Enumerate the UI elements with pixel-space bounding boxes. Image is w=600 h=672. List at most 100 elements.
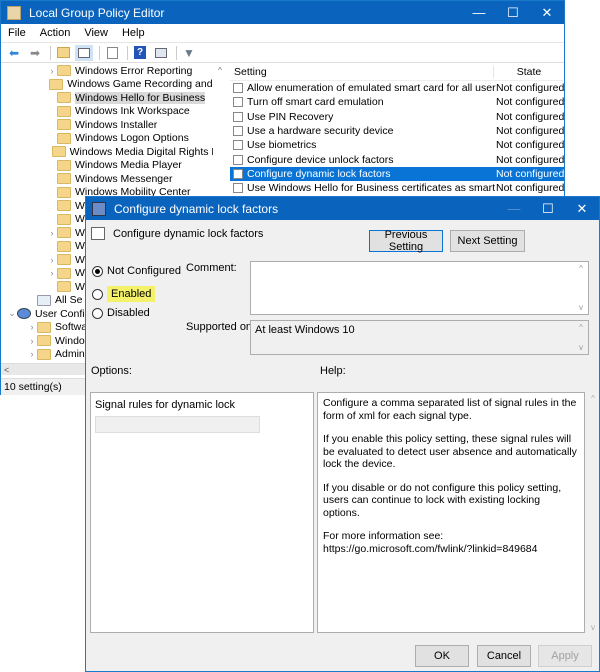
menu-view[interactable]: View <box>77 27 115 39</box>
tree-item[interactable]: Windows Game Recording and Br <box>1 78 226 92</box>
setting-cell: Configure dynamic lock factors <box>230 168 496 180</box>
up-folder-icon[interactable] <box>54 45 72 61</box>
setting-row[interactable]: Configure device unlock factors Not confi… <box>230 152 564 166</box>
radio-circle[interactable] <box>92 307 103 319</box>
folder-icon <box>57 65 71 77</box>
folder-icon <box>57 186 71 198</box>
folder-icon <box>37 335 51 347</box>
help-paragraph: Configure a comma separated list of sign… <box>323 397 577 422</box>
folder-icon <box>57 254 71 266</box>
tree-item[interactable]: Windows Media Digital Rights Ma <box>1 145 226 159</box>
setting-row[interactable]: Use PIN Recovery Not configured <box>230 110 564 124</box>
help-paragraph: If you disable or do not configure this … <box>323 481 562 519</box>
signal-rules-input[interactable] <box>95 416 260 433</box>
dialog-maximize-button[interactable]: ☐ <box>531 201 565 217</box>
options-label: Options: <box>91 365 132 377</box>
back-arrow-icon[interactable]: ⬅ <box>5 45 23 61</box>
tree-item-label: W <box>75 253 85 266</box>
previous-setting-button[interactable]: Previous Setting <box>369 229 443 253</box>
tree-item-label: W <box>75 240 85 253</box>
chevron-right-icon[interactable]: › <box>47 255 57 265</box>
folder-icon <box>57 105 71 117</box>
forward-arrow-icon[interactable]: ➡ <box>26 45 44 61</box>
tree-item-label: W <box>75 226 85 239</box>
help-icon[interactable]: ? <box>131 45 149 61</box>
supported-on-label: Supported on: <box>186 321 256 333</box>
radio-enabled[interactable]: Enabled <box>92 286 156 302</box>
setting-row[interactable]: Allow enumeration of emulated smart card… <box>230 81 564 95</box>
folder-icon <box>57 159 71 171</box>
supported-on-field: At least Windows 10 ^ v <box>250 320 589 355</box>
setting-cell: Allow enumeration of emulated smart card… <box>230 82 496 94</box>
dialog-title: Configure dynamic lock factors <box>114 201 279 216</box>
folder-icon <box>57 173 71 185</box>
radio-disabled[interactable]: Disabled <box>92 307 150 319</box>
menu-action[interactable]: Action <box>33 27 78 39</box>
filter-icon[interactable]: ▼ <box>180 45 198 61</box>
show-hide-tree-icon[interactable] <box>75 44 93 61</box>
tree-item[interactable]: Windows Messenger <box>1 172 226 186</box>
tree-item[interactable]: Windows Hello for Business <box>1 91 226 105</box>
setting-row[interactable]: Use biometrics Not configured <box>230 138 564 152</box>
tree-item[interactable]: Windows Media Player <box>1 159 226 173</box>
chevron-right-icon[interactable]: › <box>47 66 57 76</box>
menu-help[interactable]: Help <box>115 27 152 39</box>
setting-state: Not configured <box>496 167 565 180</box>
chevron-right-icon[interactable]: › <box>47 228 57 238</box>
column-header-state[interactable]: State <box>494 66 564 78</box>
tree-item-label: W <box>75 199 85 212</box>
tree-item[interactable]: › Windows Error Reporting <box>1 64 226 78</box>
apply-button[interactable]: Apply <box>538 645 592 667</box>
folder-icon <box>37 348 51 360</box>
tree-item-label: Windows Ink Workspace <box>75 105 190 118</box>
toolbar: ⬅ ➡ ? ▼ <box>1 43 564 63</box>
setting-row[interactable]: Use Windows Hello for Business certifica… <box>230 181 564 195</box>
setting-row[interactable]: Configure dynamic lock factors Not config… <box>230 166 565 182</box>
radio-circle-checked[interactable] <box>92 265 103 277</box>
dialog-subtitle: Configure dynamic lock factors <box>113 227 264 240</box>
dialog-close-button[interactable]: ✕ <box>565 201 599 217</box>
setting-name: Use Windows Hello for Business certifica… <box>247 182 496 195</box>
chevron-right-icon[interactable]: › <box>27 322 37 332</box>
comment-scrollbar[interactable]: ^ v <box>574 262 588 314</box>
folder-icon <box>37 321 51 333</box>
cancel-button[interactable]: Cancel <box>477 645 531 667</box>
setting-state: Not configured <box>496 153 565 166</box>
setting-state: Not configured <box>496 96 565 109</box>
tree-item[interactable]: Windows Logon Options <box>1 132 226 146</box>
policy-setting-dialog: Configure dynamic lock factors — ☐ ✕ Con… <box>85 196 600 672</box>
next-setting-button[interactable]: Next Setting <box>450 230 525 252</box>
tree-item[interactable]: Windows Ink Workspace <box>1 105 226 119</box>
folder-icon <box>57 267 71 279</box>
setting-row[interactable]: Use a hardware security device Not config… <box>230 124 564 138</box>
close-button[interactable]: ✕ <box>530 5 564 21</box>
folder-icon <box>57 213 71 225</box>
comment-label: Comment: <box>186 262 237 274</box>
policy-setting-icon <box>233 140 243 151</box>
folder-icon <box>57 92 71 104</box>
chevron-right-icon[interactable]: › <box>27 336 37 346</box>
toolbar-separator <box>99 45 100 60</box>
chevron-right-icon[interactable]: › <box>47 268 57 278</box>
minimize-button[interactable]: — <box>462 5 496 20</box>
maximize-button[interactable]: ☐ <box>496 5 530 21</box>
supported-scrollbar[interactable]: ^ v <box>574 321 588 354</box>
radio-not-configured[interactable]: Not Configured <box>92 265 181 277</box>
column-header-setting[interactable]: Setting <box>230 66 494 78</box>
radio-circle[interactable] <box>92 288 103 300</box>
menu-file[interactable]: File <box>1 27 33 39</box>
chevron-right-icon[interactable]: › <box>27 349 37 359</box>
dialog-titlebar: Configure dynamic lock factors — ☐ ✕ <box>86 197 599 220</box>
comment-textarea[interactable]: ^ v <box>250 261 589 315</box>
chevron-down-icon[interactable]: ⌄ <box>7 308 17 319</box>
setting-state: Not configured <box>496 82 565 95</box>
setting-state: Not configured <box>496 182 565 195</box>
help-scrollbar[interactable]: ^ v <box>586 394 600 632</box>
properties-icon[interactable] <box>152 45 170 61</box>
ok-button[interactable]: OK <box>415 645 469 667</box>
tree-item[interactable]: Windows Installer <box>1 118 226 132</box>
all-settings-icon <box>37 294 51 306</box>
setting-row[interactable]: Turn off smart card emulation Not configu… <box>230 95 564 109</box>
help-label: Help: <box>320 365 346 377</box>
export-list-icon[interactable] <box>103 45 121 61</box>
